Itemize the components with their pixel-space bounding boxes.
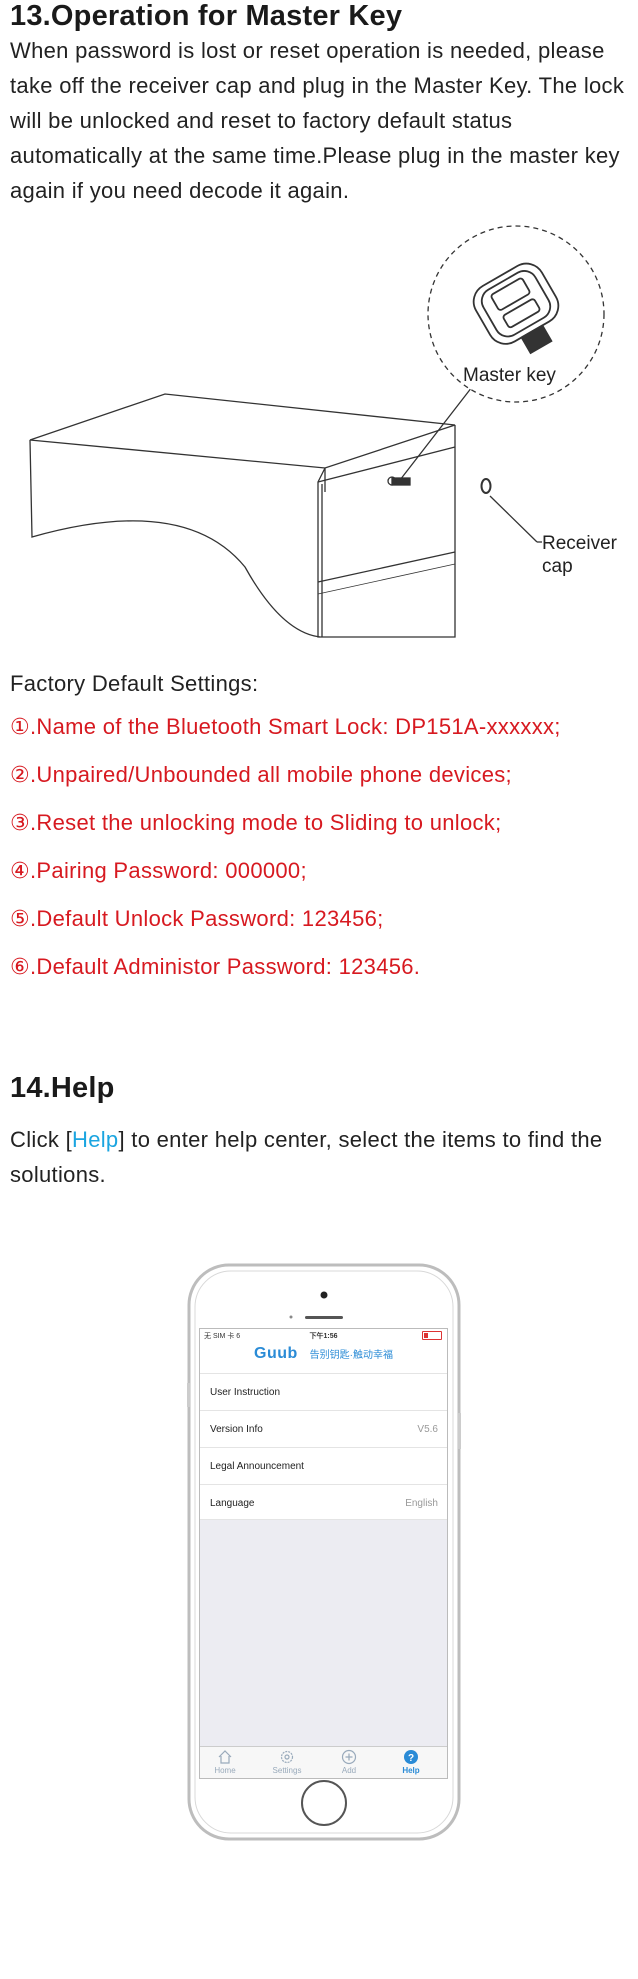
- phone-screen: 无 SIM 卡 ὏6 下午1:56 Guub 告别钥匙·触动幸福 User In…: [199, 1328, 448, 1779]
- menu-item-label: User Instruction: [210, 1387, 280, 1398]
- receiver-label-line2: cap: [542, 556, 573, 577]
- menu-item-version-info[interactable]: Version Info V5.6: [200, 1410, 447, 1447]
- menu-item-label: Legal Announcement: [210, 1461, 304, 1472]
- app-brand: Guub 告别钥匙·触动幸福: [200, 1345, 447, 1363]
- menu-item-value: V5.6: [417, 1424, 438, 1435]
- menu-item-user-instruction[interactable]: User Instruction: [200, 1373, 447, 1410]
- empty-content-area: [200, 1519, 447, 1748]
- app-logo: Guub: [254, 1345, 298, 1362]
- receiver-label-line1: Receiver: [542, 533, 618, 554]
- clock-status: 下午1:56: [200, 1331, 447, 1341]
- master-key-figure: Master key Receiver cap: [0, 222, 638, 652]
- tab-label: Home: [214, 1766, 235, 1775]
- menu-item-legal-announcement[interactable]: Legal Announcement: [200, 1447, 447, 1484]
- help-link[interactable]: Help: [72, 1127, 118, 1152]
- help-menu: User Instruction Version Info V5.6 Legal…: [200, 1373, 447, 1521]
- tab-bar: Home Settings Add ? Help: [200, 1746, 447, 1778]
- gear-icon: [279, 1749, 295, 1765]
- svg-text:?: ?: [408, 1753, 414, 1764]
- tab-help[interactable]: ? Help: [386, 1749, 436, 1775]
- help-body-prefix: Click [: [10, 1127, 72, 1152]
- status-bar: 无 SIM 卡 ὏6 下午1:56: [200, 1329, 447, 1342]
- home-icon: [217, 1749, 233, 1765]
- default-item: ⑥.Default Administor Password: 123456.: [10, 954, 420, 980]
- default-item: ①.Name of the Bluetooth Smart Lock: DP15…: [10, 714, 561, 740]
- default-item: ③.Reset the unlocking mode to Sliding to…: [10, 810, 502, 836]
- tab-label: Help: [402, 1766, 419, 1775]
- tab-home[interactable]: Home: [200, 1749, 250, 1775]
- app-slogan: 告别钥匙·触动幸福: [310, 1350, 393, 1361]
- menu-item-label: Version Info: [210, 1424, 263, 1435]
- factory-defaults-heading: Factory Default Settings:: [10, 666, 630, 701]
- section-13-body: When password is lost or reset operation…: [10, 33, 630, 208]
- section-13-title: 13.Operation for Master Key: [10, 0, 402, 33]
- menu-item-label: Language: [210, 1498, 255, 1509]
- section-14-body: Click [Help] to enter help center, selec…: [10, 1122, 630, 1192]
- default-item: ②.Unpaired/Unbounded all mobile phone de…: [10, 762, 512, 788]
- tab-add[interactable]: Add: [324, 1749, 374, 1775]
- menu-item-language[interactable]: Language English: [200, 1484, 447, 1521]
- master-key-label: Master key: [463, 365, 556, 386]
- default-item: ⑤.Default Unlock Password: 123456;: [10, 906, 384, 932]
- plus-circle-icon: [341, 1749, 357, 1765]
- question-icon: ?: [403, 1749, 419, 1765]
- menu-item-value: English: [405, 1498, 438, 1509]
- tab-settings[interactable]: Settings: [262, 1749, 312, 1775]
- tab-label: Settings: [273, 1766, 302, 1775]
- section-14-title: 14.Help: [10, 1072, 115, 1105]
- tab-label: Add: [342, 1766, 356, 1775]
- battery-icon: [422, 1331, 442, 1340]
- default-item: ④.Pairing Password: 000000;: [10, 858, 307, 884]
